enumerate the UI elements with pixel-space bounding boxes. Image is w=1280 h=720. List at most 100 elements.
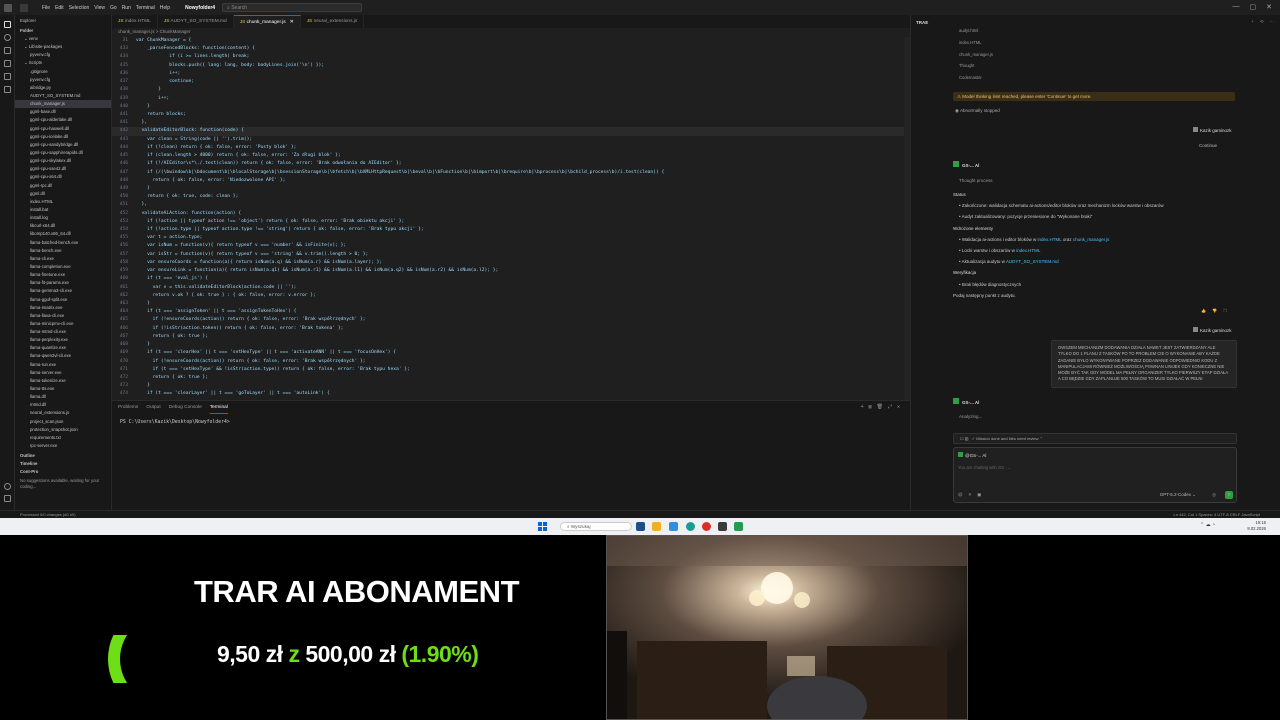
menu-item-go[interactable]: Go	[110, 5, 117, 11]
send-button[interactable]: ↑	[1225, 491, 1233, 499]
menu-item-edit[interactable]: Edit	[55, 5, 64, 11]
thumbs-down-icon[interactable]: 👎	[1212, 308, 1217, 313]
file-item[interactable]: llama-quantize.exe	[15, 344, 111, 352]
file-item[interactable]: llama-gemma3-cli.exe	[15, 287, 111, 295]
code-area[interactable]: 31 var ChunkManager = {433 _parseFencedBl…	[112, 37, 910, 400]
file-item[interactable]: ggml-cpu-sandybridge.dll	[15, 141, 111, 149]
breadcrumb[interactable]: chunk_manager.js > ChunkManager	[112, 28, 910, 36]
file-item[interactable]: ggml-cpu-haswell.dll	[15, 125, 111, 133]
file-item[interactable]: libomp140.x86_64.dll	[15, 230, 111, 238]
file-item[interactable]: libcurl-x64.dll	[15, 222, 111, 230]
file-link[interactable]: index.HTML	[1016, 248, 1040, 253]
menu-item-file[interactable]: File	[42, 5, 50, 11]
file-item[interactable]: chunk_manager.js	[15, 100, 111, 109]
file-item[interactable]: llama-tts.exe	[15, 385, 111, 393]
file-item[interactable]: install.log	[15, 214, 111, 222]
extensions-icon[interactable]	[4, 73, 11, 80]
project-name[interactable]: Nowyfolder4	[185, 5, 215, 11]
chrome-icon[interactable]	[702, 522, 711, 531]
vscode-icon[interactable]	[718, 522, 727, 531]
system-tray[interactable]: ⌃ ☁ ◔	[1200, 522, 1215, 528]
thought-process[interactable]: Thought process	[959, 178, 993, 183]
folder-item[interactable]: ⌄ venv	[15, 35, 111, 43]
file-item[interactable]: .gitignore	[15, 68, 111, 76]
mic-icon[interactable]: ◎	[1212, 492, 1216, 498]
folder-item[interactable]: ⌄ Lib\site-packages	[15, 43, 111, 51]
file-item[interactable]: ggml-cpu-alderlake.dll	[15, 116, 111, 124]
history-icon[interactable]: ⟲	[1260, 19, 1264, 25]
minimize-icon[interactable]: —	[1233, 3, 1240, 11]
settings-gear-icon[interactable]	[4, 495, 11, 502]
file-item[interactable]: mtmd.dll	[15, 401, 111, 409]
file-item[interactable]: pyvenv.cfg	[15, 76, 111, 84]
file-item[interactable]: project_scan.json	[15, 418, 111, 426]
file-item[interactable]: ggml-cpu-skylakex.dll	[15, 157, 111, 165]
editor-tab[interactable]: JS chunk_manager.js ✕	[233, 15, 301, 28]
status-left[interactable]: Processed 0/0 changes (#0 #0)	[20, 512, 76, 517]
menu-item-view[interactable]: View	[94, 5, 105, 11]
folder-section-header[interactable]: Folder	[15, 27, 111, 35]
menu-item-selection[interactable]: Selection	[69, 5, 90, 11]
file-item[interactable]: ggml-cpu-sapphirerapids.dll	[15, 149, 111, 157]
outline-section[interactable]: Outline	[15, 452, 111, 460]
start-icon[interactable]	[538, 522, 547, 531]
file-item[interactable]: llama.dll	[15, 393, 111, 401]
command-search-input[interactable]: ⌕ Search	[222, 3, 362, 12]
file-item[interactable]: llama-qwen2vl-cli.exe	[15, 352, 111, 360]
maximize-icon[interactable]: ▢	[1250, 3, 1257, 11]
source-control-icon[interactable]	[4, 47, 11, 54]
close-tab-icon[interactable]: ✕	[290, 20, 294, 25]
file-item[interactable]: llama-gguf-split.exe	[15, 296, 111, 304]
context-file[interactable]: index.HTML	[959, 37, 993, 49]
user-message[interactable]: OWSZEM MECHANIZM DODAWANIA DZIAŁA NAWET …	[1051, 340, 1237, 388]
image-attach-icon[interactable]: ▣	[977, 492, 981, 498]
file-item[interactable]: ggml-base.dll	[15, 108, 111, 116]
search-icon[interactable]	[4, 34, 11, 41]
file-item[interactable]: llama-completion.exe	[15, 263, 111, 271]
editor-tab[interactable]: JS index.HTML	[112, 15, 158, 28]
thumbs-up-icon[interactable]: 👍	[1201, 308, 1206, 313]
ai-assistant-icon[interactable]	[4, 86, 11, 93]
layout-toggle-icon[interactable]	[20, 3, 28, 12]
file-item[interactable]: llama-minicpmv-cli.exe	[15, 320, 111, 328]
menu-item-help[interactable]: Help	[160, 5, 170, 11]
copy-icon[interactable]: ❐	[1223, 308, 1227, 313]
panel-tab-problems[interactable]: Problems	[118, 401, 138, 414]
file-explorer-icon[interactable]	[652, 522, 661, 531]
close-panel-icon[interactable]: ✕	[897, 404, 900, 410]
chat-input[interactable]: You are chatting with GS - ...	[958, 465, 1011, 470]
file-item[interactable]: requirements.txt	[15, 434, 111, 442]
maximize-panel-icon[interactable]: ⤢	[888, 404, 892, 410]
file-item[interactable]: llama-finetune.exe	[15, 271, 111, 279]
new-terminal-icon[interactable]: +	[861, 404, 864, 410]
file-item[interactable]: neural_extensions.js	[15, 409, 111, 417]
folder-item[interactable]: ⌄ Scripts	[15, 59, 111, 67]
file-link[interactable]: AUDYT_SO_SYSTEM.md	[1006, 259, 1059, 264]
file-item[interactable]: ggml-cpu-icelake.dll	[15, 133, 111, 141]
context-file[interactable]: audyt.html	[959, 25, 993, 37]
trash-icon[interactable]: 🗑	[877, 404, 883, 410]
file-item[interactable]: index.HTML	[15, 198, 111, 206]
file-item[interactable]: llama-fit-params.exe	[15, 279, 111, 287]
context-file[interactable]: Codemaster	[959, 72, 993, 84]
editor-tab[interactable]: JS AUDYT_SO_SYSTEM.md	[158, 15, 234, 28]
explorer-icon[interactable]	[4, 21, 11, 28]
trae-icon[interactable]	[734, 522, 743, 531]
run-debug-icon[interactable]	[4, 60, 11, 67]
context-file[interactable]: Thought	[959, 60, 993, 72]
status-right[interactable]: Ln 442, Col 1 Spaces: 4 UTF-8 CRLF JavaS…	[1174, 512, 1260, 517]
editor-tab[interactable]: JS neural_extensions.js	[301, 15, 365, 28]
file-item[interactable]: llama-run.exe	[15, 361, 111, 369]
close-icon[interactable]: ✕	[1266, 3, 1272, 11]
file-item[interactable]: protection_snapshot.json	[15, 426, 111, 434]
task-view-icon[interactable]	[636, 522, 645, 531]
account-icon[interactable]	[4, 483, 11, 490]
file-item[interactable]: ggml.dll	[15, 190, 111, 198]
file-item[interactable]: aibridge.py	[15, 84, 111, 92]
file-item[interactable]: ggml-rpc.dll	[15, 182, 111, 190]
clock[interactable]: 19:16 8.02.2026	[1247, 520, 1266, 532]
file-link[interactable]: index.HTML	[1037, 237, 1061, 242]
store-icon[interactable]	[669, 522, 678, 531]
model-selector[interactable]: GPT-5.2-Codex ⌄	[1160, 492, 1196, 498]
file-item[interactable]: llama-batched-bench.exe	[15, 239, 111, 247]
